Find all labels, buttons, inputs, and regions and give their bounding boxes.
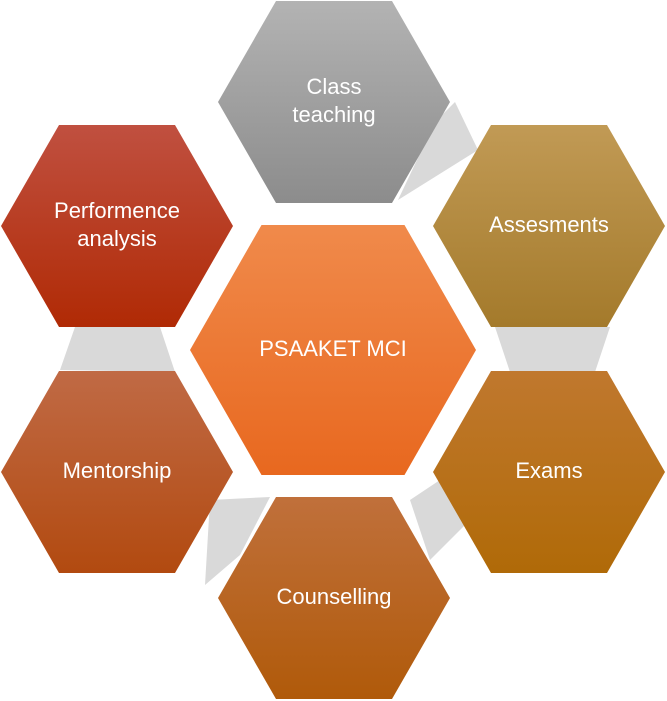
exams-label-line-1: Exams <box>515 458 582 483</box>
connector-assesments-exams <box>495 327 610 372</box>
assesments-label-line-1: Assesments <box>489 212 609 237</box>
hexagon-cycle-diagram: Class teaching Assesments Exams Counselling M… <box>1 1 665 699</box>
performence-analysis-node: Performence analysis <box>1 125 233 327</box>
center-psaaket-mci-label-line-1: PSAAKET MCI <box>259 336 407 361</box>
performence-analysis-label-line-1: Performence <box>54 198 180 223</box>
exams-node: Exams <box>433 371 665 573</box>
center-psaaket-mci-node: PSAAKET MCI <box>190 225 476 475</box>
mentorship-node: Mentorship <box>1 371 233 573</box>
counselling-label-line-1: Counselling <box>277 584 392 609</box>
class-teaching-label-line-1: Class <box>306 74 361 99</box>
performence-analysis-label-line-2: analysis <box>77 226 156 251</box>
mentorship-label-line-1: Mentorship <box>63 458 172 483</box>
connector-mentorship-performence-analysis <box>60 327 175 372</box>
class-teaching-label-line-2: teaching <box>292 102 375 127</box>
